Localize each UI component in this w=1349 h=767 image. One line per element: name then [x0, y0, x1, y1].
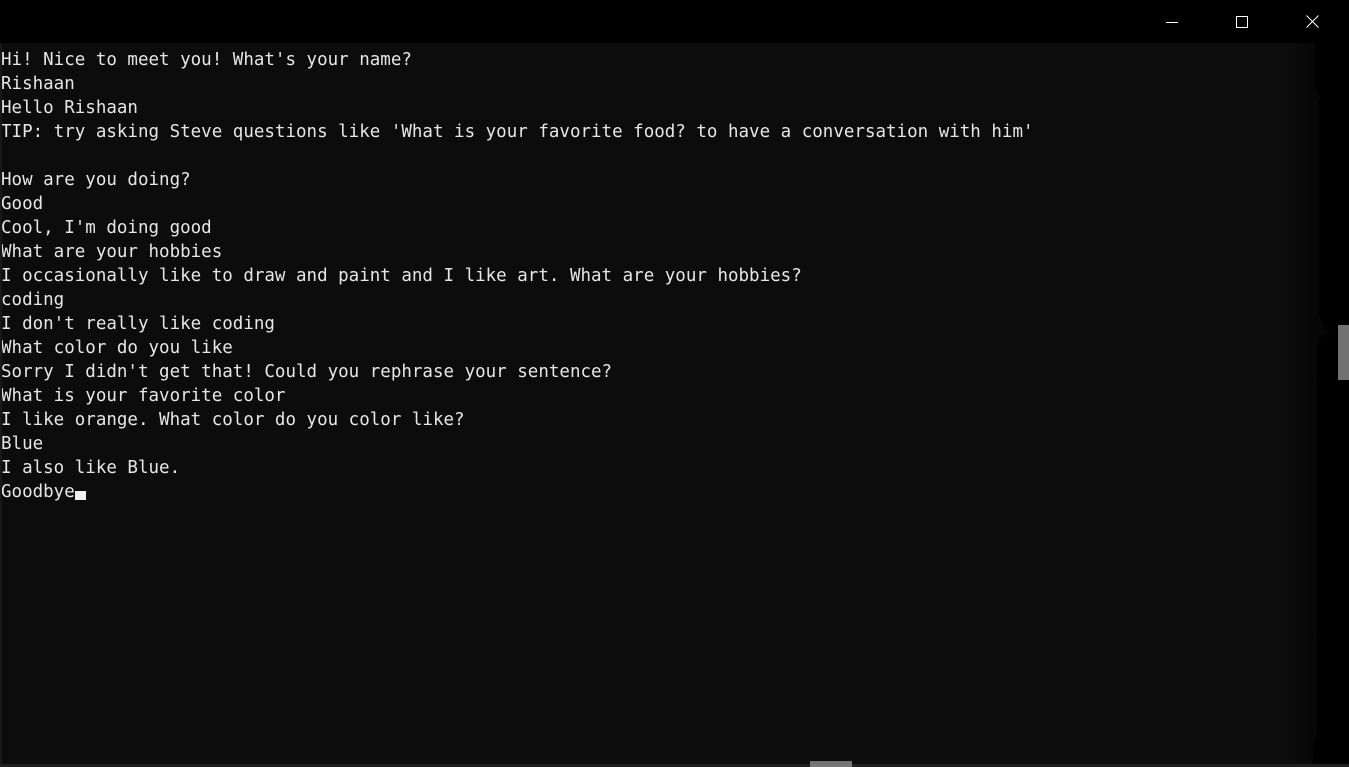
terminal-window: Hi! Nice to meet you! What's your name? R…: [0, 0, 1349, 767]
terminal-prompt-text: Goodbye: [1, 482, 75, 502]
terminal-line: coding: [1, 290, 65, 310]
terminal-line: How are you doing?: [1, 170, 191, 190]
left-edge-rail: [0, 43, 2, 767]
terminal-line: TIP: try asking Steve questions like 'Wh…: [1, 122, 1034, 142]
terminal-line: What is your favorite color: [1, 386, 286, 406]
text-cursor: [74, 491, 86, 500]
terminal-line: Hi! Nice to meet you! What's your name?: [1, 50, 412, 70]
terminal-line: Blue: [1, 434, 44, 454]
terminal-line: Hello Rishaan: [1, 98, 138, 118]
horizontal-scrollbar-thumb[interactable]: [810, 761, 852, 767]
window-controls: [1149, 0, 1349, 43]
titlebar-drag-region[interactable]: [0, 0, 1149, 43]
vertical-scrollbar-thumb[interactable]: [1338, 325, 1349, 380]
close-icon: [1305, 14, 1320, 29]
terminal-line: I don't really like coding: [1, 314, 275, 334]
terminal-line: What color do you like: [1, 338, 233, 358]
terminal-output[interactable]: Hi! Nice to meet you! What's your name? R…: [0, 43, 1349, 767]
terminal-prompt-line[interactable]: Goodbye: [1, 480, 1349, 504]
terminal-line: What are your hobbies: [1, 242, 223, 262]
terminal-line: Cool, I'm doing good: [1, 218, 212, 238]
horizontal-scrollbar[interactable]: [0, 760, 1349, 767]
minimize-icon: [1165, 15, 1179, 29]
minimize-button[interactable]: [1149, 0, 1195, 43]
terminal-line: I like orange. What color do you color l…: [1, 410, 465, 430]
title-bar[interactable]: [0, 0, 1349, 43]
terminal-line: I occasionally like to draw and paint an…: [1, 266, 802, 286]
terminal-line: Sorry I didn't get that! Could you rephr…: [1, 362, 613, 382]
close-button[interactable]: [1289, 0, 1335, 43]
terminal-line: Rishaan: [1, 74, 75, 94]
maximize-icon: [1235, 15, 1249, 29]
terminal-body[interactable]: Hi! Nice to meet you! What's your name? R…: [0, 43, 1349, 767]
terminal-line: Good: [1, 194, 44, 214]
vertical-scrollbar[interactable]: [1337, 43, 1349, 767]
terminal-line: I also like Blue.: [1, 458, 181, 478]
maximize-button[interactable]: [1219, 0, 1265, 43]
